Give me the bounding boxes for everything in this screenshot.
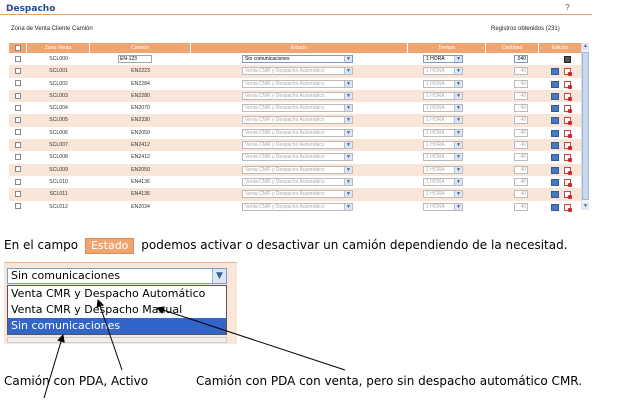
arrow-manual [156,306,346,371]
caption-activo: Camión con PDA, Activo [4,374,149,388]
arrow-sin-com [43,334,65,399]
callout-arrows [43,299,346,399]
caption-sin-despacho: Camión con PDA con venta, pero sin despa… [196,374,583,388]
arrow-activo [96,299,123,371]
